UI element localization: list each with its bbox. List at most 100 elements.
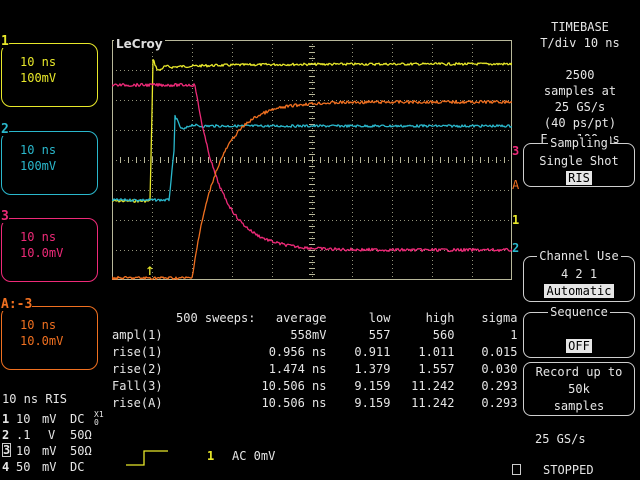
measurement-table: 500 sweeps: average low high sigma ampl(… bbox=[112, 309, 517, 411]
sequence-title: Sequence bbox=[548, 305, 610, 319]
sequence-selected: OFF bbox=[566, 339, 592, 353]
channel-2-box[interactable]: 2 10 ns 100mV bbox=[1, 123, 98, 195]
acquisition-state: STOPPED bbox=[543, 463, 594, 477]
channel-setting-num: 4 bbox=[2, 460, 10, 474]
channel-setting-coupling: 50Ω bbox=[70, 444, 92, 458]
timebase-tdiv: T/div 10 ns bbox=[540, 36, 620, 50]
channel-setting-num: 1 bbox=[2, 412, 10, 426]
trace-marker-3: 3 bbox=[512, 144, 520, 158]
measurement-sigma: 0.030 bbox=[481, 361, 518, 376]
channel-2-voltdiv: 100mV bbox=[20, 159, 57, 173]
channel-use-options: 4 2 1 bbox=[560, 267, 598, 281]
header-average: average bbox=[275, 310, 327, 325]
measurement-average: 10.506 ns bbox=[261, 395, 327, 410]
record-line1: Record up to bbox=[535, 365, 623, 379]
channel-3-number: 3 bbox=[1, 209, 9, 224]
measurement-row: ampl(1) 558mV 557 560 1 bbox=[112, 326, 517, 343]
timebase-title: TIMEBASE bbox=[551, 20, 609, 34]
timebase-info: TIMEBASE T/div 10 ns 2500 samples at 25 … bbox=[522, 3, 638, 147]
timebase-rate: 25 GS/s bbox=[554, 100, 606, 114]
channel-3-box[interactable]: 3 10 ns 10.0mV bbox=[1, 210, 98, 282]
record-menu[interactable]: Record up to 50k samples bbox=[523, 362, 635, 416]
sampling-selected: RIS bbox=[566, 171, 592, 185]
measurement-high: 11.242 bbox=[411, 378, 455, 393]
measurement-sigma: 0.293 bbox=[481, 395, 518, 410]
measurement-row: rise(A) 10.506 ns 9.159 11.242 0.293 bbox=[112, 394, 517, 411]
channel-setting-unit: V bbox=[48, 428, 56, 442]
channel-a-number: A:-3 bbox=[1, 297, 33, 312]
header-sigma: sigma bbox=[481, 310, 518, 325]
header-low: low bbox=[368, 310, 391, 325]
measurement-high: 1.011 bbox=[418, 344, 455, 359]
measurement-low: 1.379 bbox=[354, 361, 391, 376]
timebase-samples: 2500 bbox=[565, 68, 595, 82]
channel-setting-num: 3 bbox=[2, 443, 12, 457]
sampling-option: Single Shot bbox=[539, 154, 619, 168]
channel-setting-num: 2 bbox=[2, 428, 10, 442]
measurement-row: Fall(3) 10.506 ns 9.159 11.242 0.293 bbox=[112, 377, 517, 394]
channel-setting-unit: mV bbox=[42, 412, 57, 426]
measurement-label: Fall(3) bbox=[112, 378, 163, 393]
channel-setting-unit: mV bbox=[42, 460, 57, 474]
measurement-average: 1.474 ns bbox=[268, 361, 327, 376]
channel-setting-val: 10 bbox=[16, 412, 31, 426]
record-line3: samples bbox=[553, 399, 605, 413]
measurement-high: 1.557 bbox=[418, 361, 455, 376]
measurement-label: rise(1) bbox=[112, 344, 163, 359]
channel-a-timediv: 10 ns bbox=[20, 318, 57, 332]
measurement-sigma: 1 bbox=[510, 327, 518, 342]
trace-marker-2: 2 bbox=[512, 241, 520, 255]
channel-setting-val: 50 bbox=[16, 460, 31, 474]
measurement-row: rise(2) 1.474 ns 1.379 1.557 0.030 bbox=[112, 360, 517, 377]
waveform-display[interactable] bbox=[112, 40, 512, 280]
measurement-header: 500 sweeps: average low high sigma bbox=[112, 309, 517, 326]
graticule-grid bbox=[112, 40, 512, 280]
measurement-sigma: 0.293 bbox=[481, 378, 518, 393]
channel-use-title: Channel Use bbox=[537, 249, 621, 263]
sequence-menu[interactable]: Sequence OFF bbox=[523, 305, 635, 358]
channel-1-number: 1 bbox=[1, 34, 9, 49]
channel-setting-coupling: DC bbox=[70, 460, 85, 474]
measurement-high: 11.242 bbox=[411, 395, 455, 410]
channel-setting-val: 10 bbox=[16, 444, 31, 458]
channel-3-timediv: 10 ns bbox=[20, 230, 57, 244]
sample-rate-status: 25 GS/s bbox=[535, 432, 586, 446]
channel-setting-coupling: 50Ω bbox=[70, 428, 92, 442]
channel-use-selected: Automatic bbox=[544, 284, 614, 298]
channel-3-voltdiv: 10.0mV bbox=[20, 246, 64, 260]
channel-1-timediv: 10 ns bbox=[20, 55, 57, 69]
timebase-samples-at: samples at bbox=[543, 84, 617, 98]
measurement-average: 10.506 ns bbox=[261, 378, 327, 393]
measurement-label: rise(2) bbox=[112, 361, 163, 376]
measurement-sigma: 0.015 bbox=[481, 344, 518, 359]
brand-logo: LeCroy bbox=[114, 37, 165, 51]
stop-indicator-icon bbox=[512, 464, 521, 475]
channel-a-voltdiv: 10.0mV bbox=[20, 334, 64, 348]
channel-setting-probe: X10 bbox=[94, 410, 104, 427]
header-high: high bbox=[425, 310, 455, 325]
trace-marker-a: A bbox=[512, 178, 520, 192]
channel-2-number: 2 bbox=[1, 122, 9, 137]
measurement-row: rise(1) 0.956 ns 0.911 1.011 0.015 bbox=[112, 343, 517, 360]
record-line2: 50k bbox=[568, 382, 590, 396]
channel-a-box[interactable]: A:-3 10 ns 10.0mV bbox=[1, 298, 98, 370]
measurement-low: 557 bbox=[368, 327, 391, 342]
trigger-position-arrow: ↑ bbox=[145, 260, 155, 279]
timebase-pspt: (40 ps/pt) bbox=[543, 116, 617, 130]
measurement-average: 0.956 ns bbox=[268, 344, 327, 359]
channel-2-timediv: 10 ns bbox=[20, 143, 57, 157]
channel-setting-val: .1 bbox=[16, 428, 31, 442]
trigger-source: 1 bbox=[207, 449, 215, 463]
measurement-low: 9.159 bbox=[354, 395, 391, 410]
trace-marker-1: 1 bbox=[512, 213, 520, 227]
channel-1-box[interactable]: 1 10 ns 100mV bbox=[1, 35, 98, 107]
channel-1-voltdiv: 100mV bbox=[20, 71, 57, 85]
channel-setting-coupling: DC bbox=[70, 412, 85, 426]
trigger-edge-icon bbox=[126, 450, 168, 466]
sampling-menu[interactable]: Sampling Single Shot RIS bbox=[523, 136, 635, 187]
channel-use-menu[interactable]: Channel Use 4 2 1 Automatic bbox=[523, 249, 635, 302]
measurement-label: ampl(1) bbox=[112, 327, 163, 342]
measurement-average: 558mV bbox=[290, 327, 327, 342]
measurement-low: 9.159 bbox=[354, 378, 391, 393]
acquisition-mode: 10 ns RIS bbox=[2, 392, 68, 406]
